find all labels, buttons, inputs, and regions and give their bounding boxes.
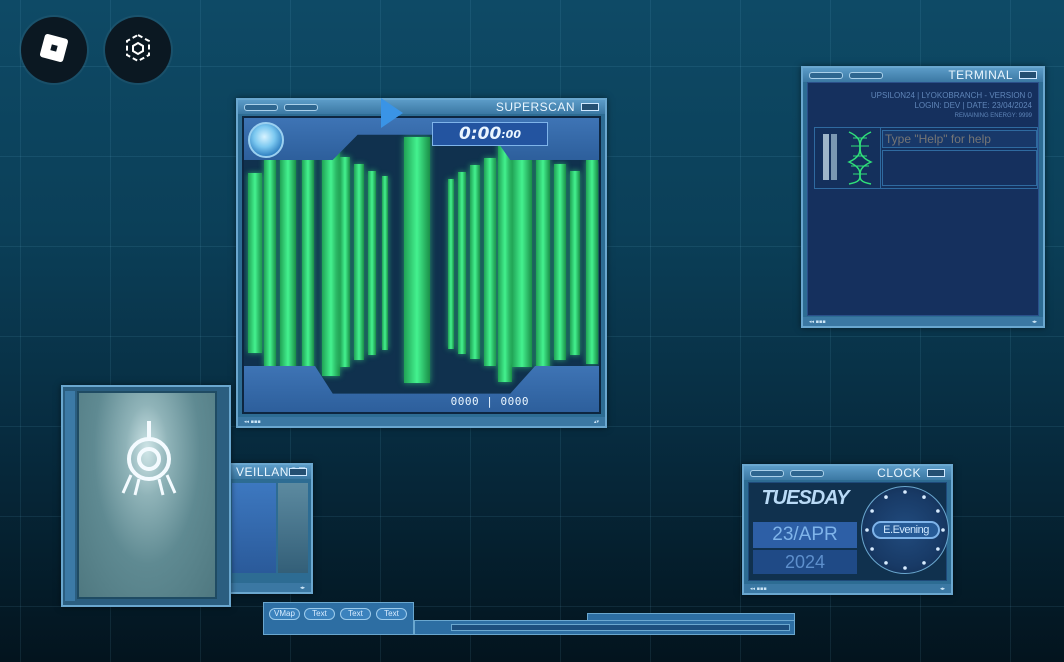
roblox-menu-button[interactable] xyxy=(21,17,87,83)
scan-bar xyxy=(512,156,532,367)
scan-bar xyxy=(354,164,364,361)
scan-counter: 0000 | 0000 xyxy=(450,395,529,408)
terminal-command-input[interactable] xyxy=(882,130,1037,148)
titlebar-pill xyxy=(790,469,824,477)
scan-bar xyxy=(484,157,496,366)
scan-bar xyxy=(554,164,566,361)
terminal-info-energy: REMAINING ENERGY: 9999 xyxy=(954,113,1032,119)
clock-body: TUESDAY 23/APR 2024 E.Evening xyxy=(748,482,949,581)
scan-bar xyxy=(248,173,262,353)
dna-helix-icon xyxy=(843,130,877,190)
clock-tick xyxy=(903,566,907,570)
superscan-view: 0:00:00 0000 | 0000 xyxy=(242,116,601,414)
minimize-button[interactable] xyxy=(581,103,599,111)
dna-panel xyxy=(815,128,881,188)
titlebar-pill xyxy=(849,71,883,79)
terminal-output xyxy=(882,150,1037,186)
terminal-window[interactable]: TERMINAL UPSILON24 | LYOKOBRANCH - VERSI… xyxy=(801,66,1045,328)
terminal-info-login: LOGIN: DEV | DATE: 23/04/2024 xyxy=(914,101,1032,110)
scan-timer-main: 0:00 xyxy=(458,124,502,144)
clock-tick xyxy=(941,528,945,532)
titlebar-pill xyxy=(809,71,843,79)
clock-title: CLOCK xyxy=(877,466,921,480)
scan-bar xyxy=(536,151,550,371)
clock-tick xyxy=(884,495,888,499)
scan-bar xyxy=(470,165,480,360)
scanner-panel[interactable] xyxy=(61,385,231,607)
clock-dial: E.Evening xyxy=(861,486,949,574)
scan-bar xyxy=(404,136,430,383)
titlebar-pill xyxy=(750,469,784,477)
clock-day: TUESDAY xyxy=(761,487,849,509)
terminal-console xyxy=(814,127,1038,189)
terminal-title: TERMINAL xyxy=(948,68,1013,82)
clock-statusbar: ◂◂ ▪▪▪ ◂▸ xyxy=(744,584,951,593)
energy-bar xyxy=(823,134,829,180)
command-bar-input[interactable] xyxy=(451,624,790,631)
titlebar-pill xyxy=(284,103,318,111)
energy-bar xyxy=(831,134,837,180)
clock-window[interactable]: CLOCK TUESDAY 23/APR 2024 E.Evening ◂◂ ▪… xyxy=(742,464,953,595)
superscan-window[interactable]: SUPERSCAN 0:00:00 0000 | 0000 ◂◂ ▪▪▪ ▴▾ xyxy=(236,98,607,428)
scanner-view xyxy=(77,391,217,599)
clock-tick xyxy=(870,509,874,513)
dock-button-vmap[interactable]: VMap xyxy=(269,608,300,620)
surveillance-statusbar: ◂▸ xyxy=(230,583,311,592)
scan-bar xyxy=(340,156,350,367)
clock-period: E.Evening xyxy=(872,521,940,539)
scan-bar xyxy=(448,178,454,349)
surveillance-window[interactable]: VEILLANCE ◂▸ xyxy=(228,463,313,594)
terminal-titlebar[interactable]: TERMINAL xyxy=(803,68,1043,82)
command-bar-tabs xyxy=(587,613,795,621)
clock-year: 2024 xyxy=(753,550,857,574)
scan-bar xyxy=(322,145,340,376)
scan-bar xyxy=(498,137,512,382)
scan-bar xyxy=(570,170,580,355)
clock-date: 23/APR xyxy=(753,522,857,548)
scanner-side-rail xyxy=(65,391,75,601)
terminal-statusbar: ◂◂ ▪▪▪ ◂▸ xyxy=(803,317,1043,326)
dock-button-text[interactable]: Text xyxy=(340,608,371,620)
terminal-body: UPSILON24 | LYOKOBRANCH - VERSION 0 LOGI… xyxy=(807,82,1039,316)
scan-bar xyxy=(280,140,296,380)
surveillance-titlebar[interactable]: VEILLANCE xyxy=(230,465,311,479)
superscan-titlebar[interactable]: SUPERSCAN xyxy=(238,100,605,114)
clock-tick xyxy=(922,495,926,499)
superscan-statusbar: ◂◂ ▪▪▪ ▴▾ xyxy=(238,417,605,426)
dock-button-text[interactable]: Text xyxy=(304,608,335,620)
scan-bar xyxy=(264,156,276,367)
bottom-dock: VMap Text Text Text xyxy=(263,602,414,635)
clock-tick xyxy=(870,547,874,551)
superscan-title: SUPERSCAN xyxy=(495,100,575,114)
scan-bar xyxy=(368,170,376,355)
roblox-logo-icon xyxy=(36,30,72,70)
terminal-info-version: UPSILON24 | LYOKOBRANCH - VERSION 0 xyxy=(870,91,1032,100)
surveillance-feed-main xyxy=(232,483,276,573)
clock-titlebar[interactable]: CLOCK xyxy=(744,466,951,480)
scan-orb-icon xyxy=(248,122,284,158)
scan-timer: 0:00:00 xyxy=(432,122,548,146)
command-bar[interactable] xyxy=(414,620,795,635)
clock-tick xyxy=(884,561,888,565)
dock-button-text[interactable]: Text xyxy=(376,608,407,620)
minimize-button[interactable] xyxy=(927,469,945,477)
scan-bar xyxy=(382,176,388,351)
play-cursor-icon[interactable] xyxy=(381,98,403,128)
minimize-button[interactable] xyxy=(289,468,307,476)
titlebar-pill xyxy=(244,103,278,111)
scan-timer-fraction: :00 xyxy=(501,127,521,141)
clock-tick xyxy=(903,490,907,494)
selection-mode-button[interactable] xyxy=(105,17,171,83)
clock-tick xyxy=(936,547,940,551)
clock-tick xyxy=(922,561,926,565)
scan-bar xyxy=(302,138,314,381)
minimize-button[interactable] xyxy=(1019,71,1037,79)
lyoko-eye-icon xyxy=(117,419,181,503)
scan-bar xyxy=(458,171,466,354)
clock-tick xyxy=(865,528,869,532)
selection-cube-icon xyxy=(122,32,154,68)
scan-bar xyxy=(586,159,598,364)
clock-tick xyxy=(936,509,940,513)
surveillance-feed-side xyxy=(278,483,308,573)
